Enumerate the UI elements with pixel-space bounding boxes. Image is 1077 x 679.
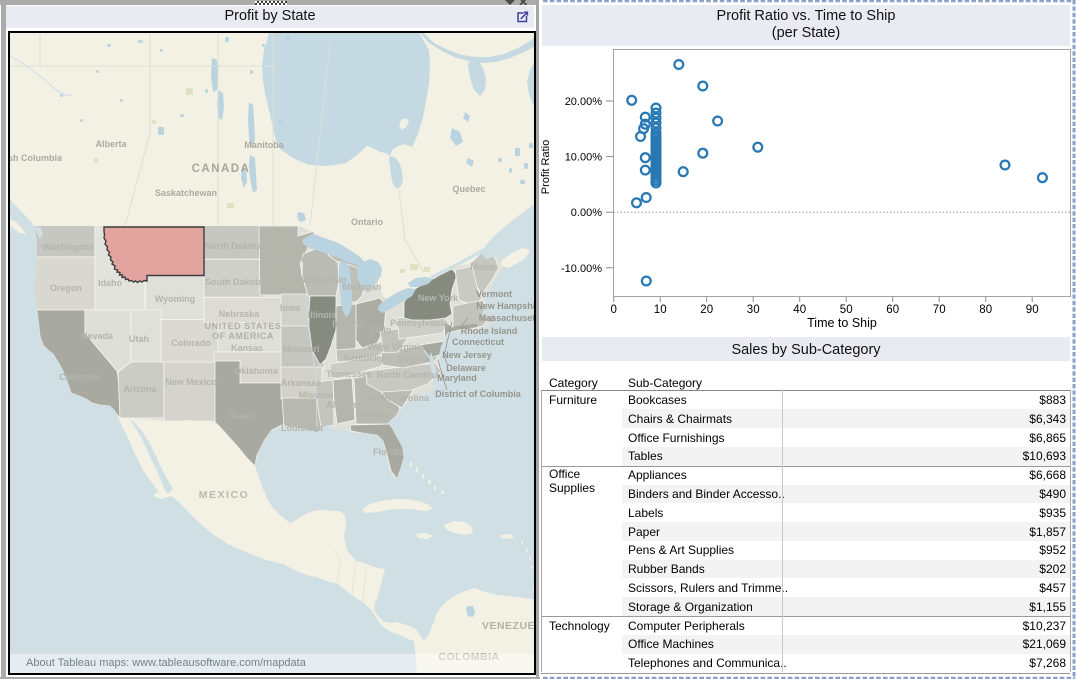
svg-text:Florida: Florida — [373, 447, 404, 457]
svg-text:30: 30 — [747, 304, 760, 316]
svg-text:80: 80 — [979, 304, 992, 316]
svg-text:New Hampshire: New Hampshire — [476, 301, 534, 311]
svg-text:British Columbia: British Columbia — [10, 153, 63, 163]
svg-text:Arkansas: Arkansas — [281, 378, 322, 388]
svg-text:West Virginia: West Virginia — [368, 342, 426, 352]
svg-text:Oklahoma: Oklahoma — [234, 366, 279, 376]
svg-text:Nevada: Nevada — [81, 331, 114, 341]
svg-text:Alberta: Alberta — [95, 139, 127, 149]
svg-text:New Jersey: New Jersey — [442, 350, 492, 360]
svg-text:60: 60 — [886, 304, 899, 316]
svg-text:20: 20 — [700, 304, 713, 316]
svg-text:Saskatchewan: Saskatchewan — [155, 188, 217, 198]
svg-text:Minnesota: Minnesota — [260, 254, 305, 264]
svg-text:Rhode Island: Rhode Island — [461, 326, 518, 336]
svg-text:VENEZUELA: VENEZUELA — [482, 620, 534, 632]
svg-text:Kansas: Kansas — [231, 343, 263, 353]
svg-text:Utah: Utah — [129, 334, 149, 344]
svg-text:Delaware: Delaware — [446, 363, 486, 373]
svg-text:50: 50 — [840, 304, 853, 316]
svg-text:Idaho: Idaho — [98, 278, 123, 288]
svg-text:Wisconsin: Wisconsin — [302, 275, 347, 285]
svg-text:Quebec: Quebec — [452, 184, 485, 194]
svg-text:20.00%: 20.00% — [565, 96, 603, 108]
svg-text:Maryland: Maryland — [437, 373, 477, 383]
svg-text:Colorado: Colorado — [171, 338, 211, 348]
svg-text:Pennsylvania: Pennsylvania — [390, 318, 449, 328]
svg-text:Kentucky: Kentucky — [344, 353, 385, 363]
svg-text:Manitoba: Manitoba — [244, 140, 284, 150]
svg-text:Oregon: Oregon — [50, 283, 82, 293]
svg-text:New York: New York — [418, 293, 459, 303]
svg-text:Iowa: Iowa — [280, 303, 301, 313]
svg-text:MEXICO: MEXICO — [199, 489, 249, 501]
svg-text:0: 0 — [610, 304, 616, 316]
svg-text:South Dakota: South Dakota — [205, 277, 264, 287]
svg-text:Louisiana: Louisiana — [281, 423, 324, 433]
svg-text:10.00%: 10.00% — [565, 152, 603, 164]
svg-text:-10.00%: -10.00% — [561, 263, 602, 275]
svg-text:Maine: Maine — [470, 262, 496, 272]
svg-text:Time to Ship: Time to Ship — [807, 316, 877, 330]
svg-text:Indiana: Indiana — [332, 319, 364, 329]
svg-text:Profit Ratio: Profit Ratio — [540, 140, 552, 194]
svg-text:90: 90 — [1026, 304, 1039, 316]
svg-text:Massachusetts: Massachusetts — [479, 313, 534, 323]
svg-text:Ontario: Ontario — [351, 217, 384, 227]
svg-text:Vermont: Vermont — [476, 289, 512, 299]
svg-text:70: 70 — [933, 304, 946, 316]
svg-text:Tennessee: Tennessee — [326, 369, 372, 379]
svg-text:Georgia: Georgia — [356, 409, 391, 419]
svg-text:North Dakota: North Dakota — [205, 241, 262, 251]
svg-text:10: 10 — [654, 304, 667, 316]
svg-text:CANADA: CANADA — [192, 163, 251, 175]
svg-text:New Mexico: New Mexico — [165, 377, 217, 387]
svg-text:40: 40 — [793, 304, 806, 316]
svg-text:Missouri: Missouri — [282, 344, 319, 354]
svg-text:South Carolina: South Carolina — [365, 393, 430, 403]
svg-text:Ohio: Ohio — [371, 325, 392, 335]
svg-text:Washington: Washington — [42, 242, 93, 252]
svg-text:Wyoming: Wyoming — [155, 294, 195, 304]
svg-text:District of Columbia: District of Columbia — [435, 389, 521, 399]
svg-text:Texas: Texas — [230, 411, 255, 421]
svg-text:California: California — [59, 372, 102, 382]
svg-text:Mississippi: Mississippi — [299, 390, 348, 400]
svg-text:North Carolina: North Carolina — [377, 370, 440, 380]
svg-text:Arizona: Arizona — [123, 384, 157, 394]
svg-text:Michigan: Michigan — [342, 282, 381, 292]
svg-text:OF AMERICA: OF AMERICA — [212, 331, 274, 341]
svg-text:Connecticut: Connecticut — [452, 337, 504, 347]
svg-text:UNITED STATES: UNITED STATES — [205, 321, 282, 331]
svg-text:Virginia: Virginia — [398, 354, 432, 364]
svg-text:0.00%: 0.00% — [571, 207, 602, 219]
svg-text:Nebraska: Nebraska — [219, 309, 261, 319]
